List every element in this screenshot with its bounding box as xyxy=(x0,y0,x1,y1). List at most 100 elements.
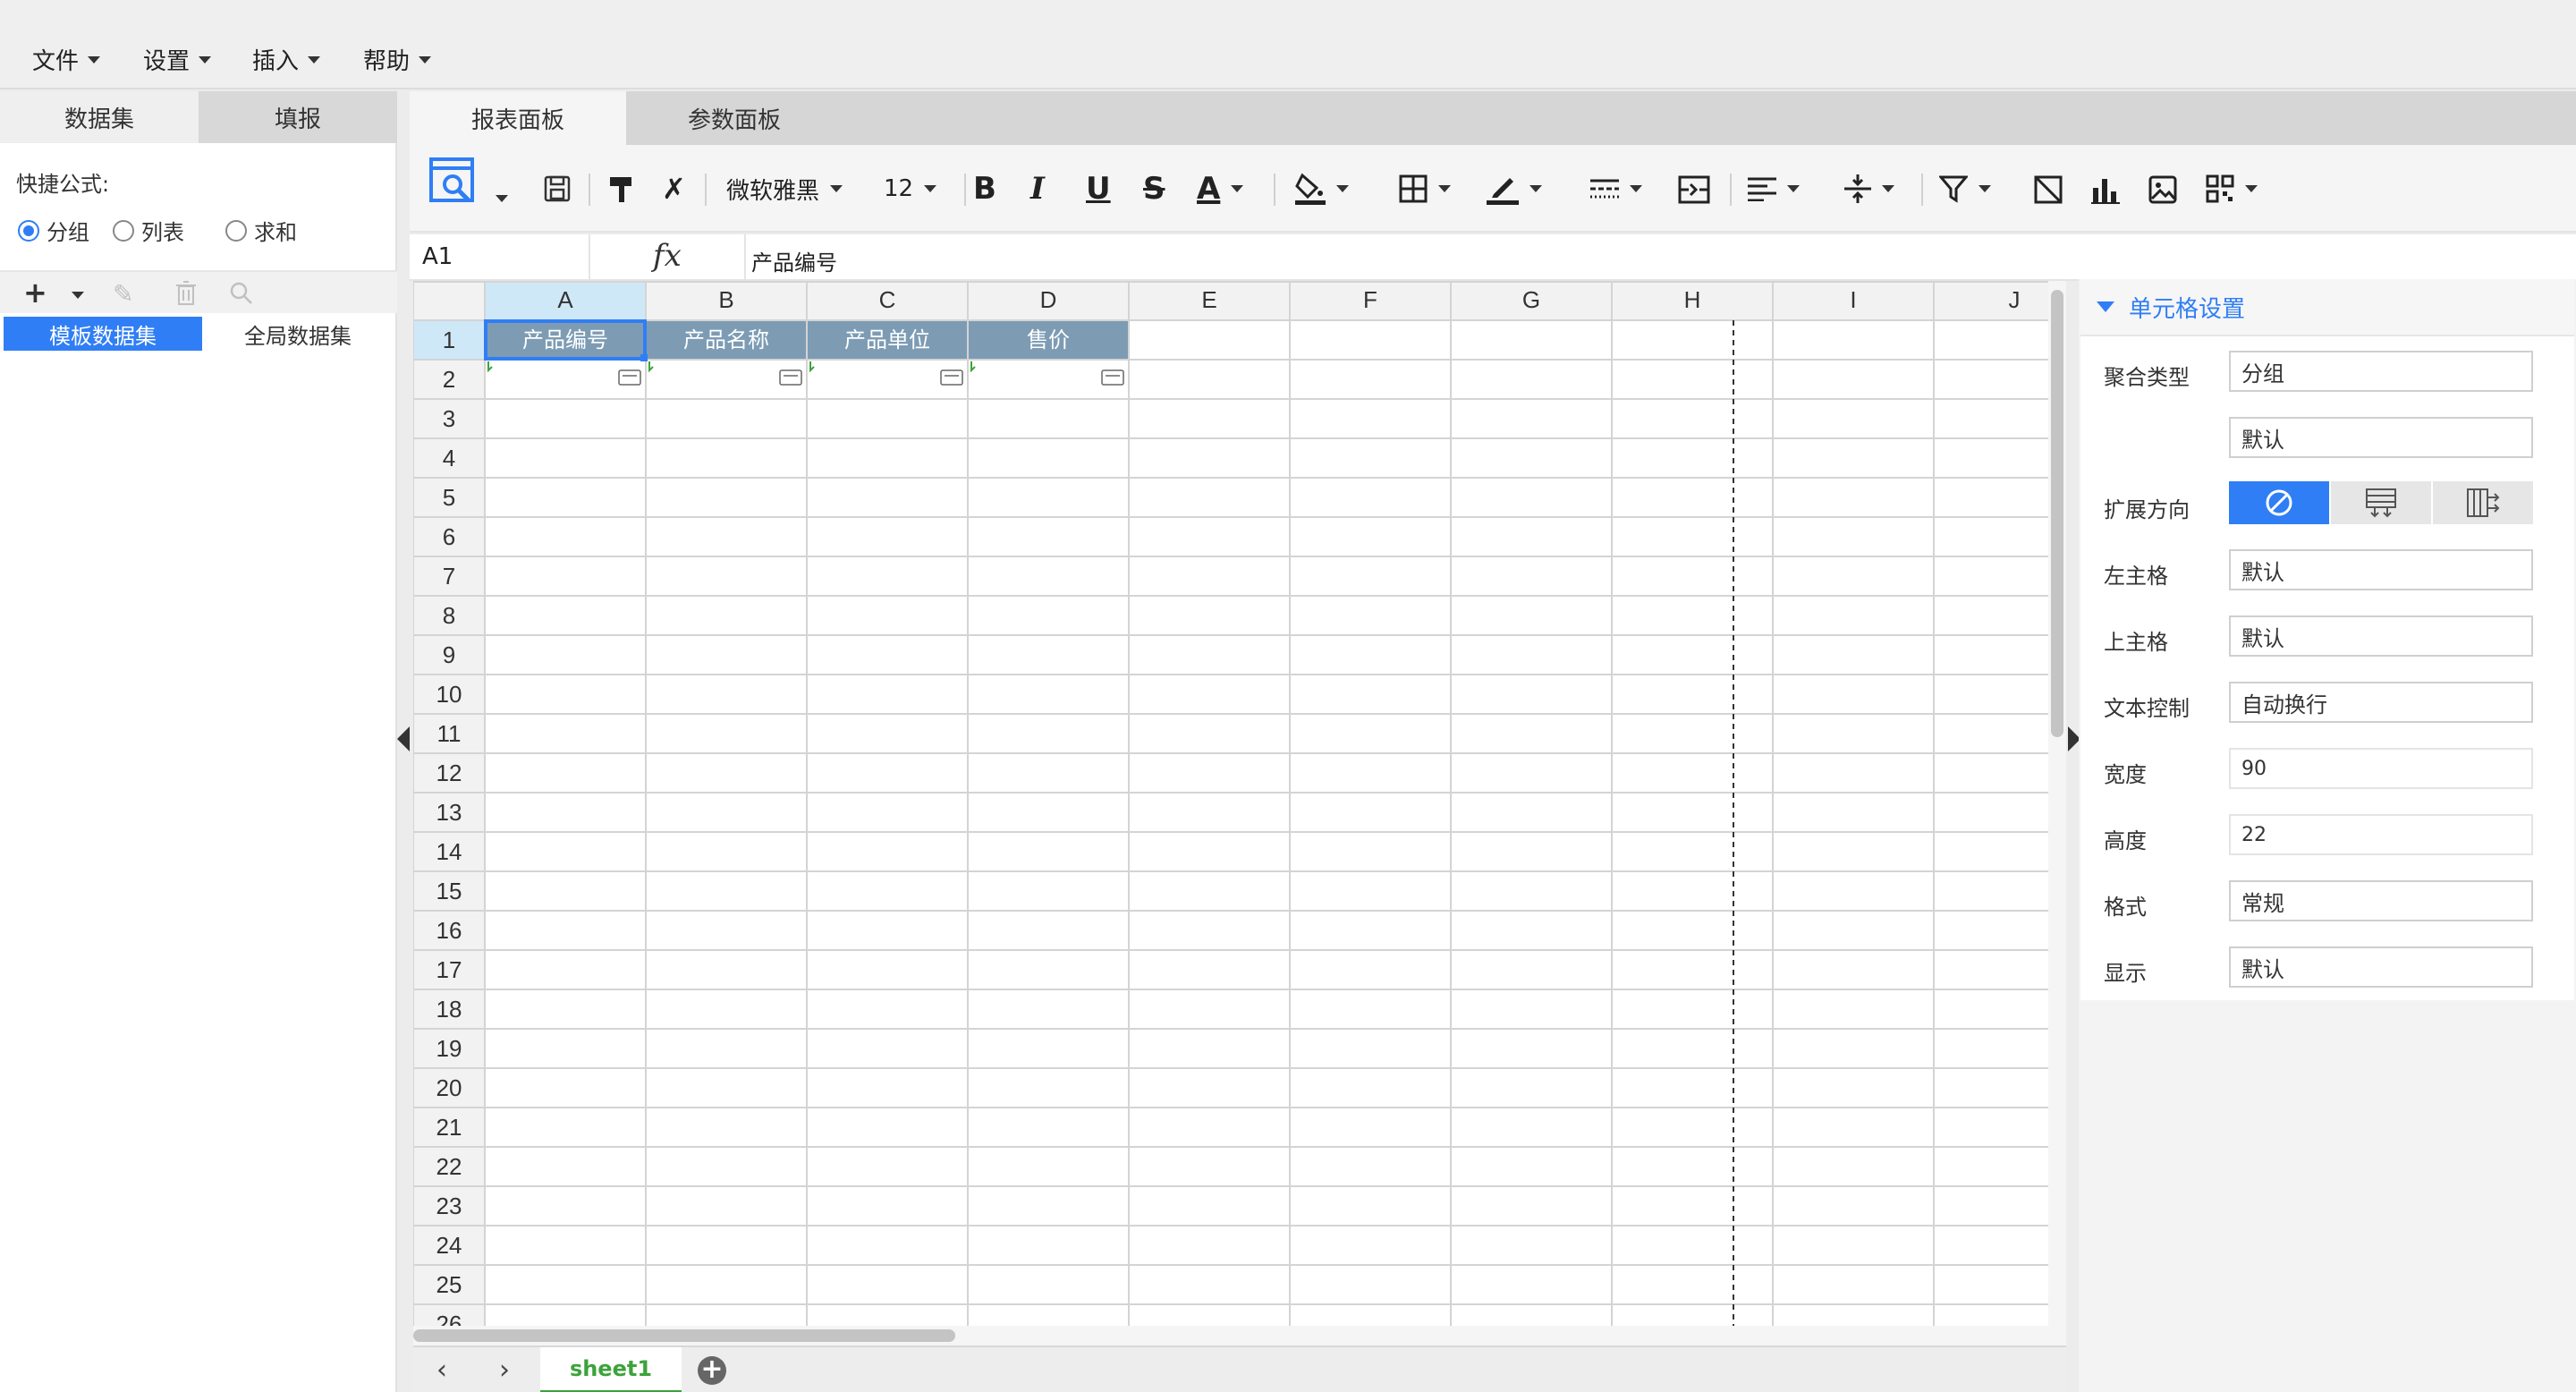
fill-color-button[interactable] xyxy=(1295,168,1349,209)
row-header[interactable]: 20 xyxy=(436,1074,462,1101)
clear-format-icon[interactable]: ✗ xyxy=(662,168,686,209)
height-input[interactable]: 22 xyxy=(2229,814,2533,855)
horizontal-scrollbar-track[interactable] xyxy=(413,1326,2066,1345)
vertical-align-button[interactable] xyxy=(1844,168,1894,209)
row-header[interactable]: 24 xyxy=(436,1232,462,1259)
data-column-icon[interactable] xyxy=(779,369,802,386)
tab-global-dataset[interactable]: 全局数据集 xyxy=(199,317,397,351)
trash-icon[interactable] xyxy=(175,281,197,306)
column-header[interactable]: J xyxy=(2009,286,2021,313)
edit-icon[interactable]: ✎ xyxy=(113,279,133,309)
row-header[interactable]: 9 xyxy=(443,641,455,668)
formula-input[interactable]: 产品编号 xyxy=(751,245,837,276)
radio-icon[interactable] xyxy=(113,219,134,242)
display-select[interactable]: 默认 xyxy=(2229,946,2533,988)
row-header[interactable]: 22 xyxy=(436,1153,462,1180)
header-cell-text[interactable]: 售价 xyxy=(1027,327,1070,352)
data-column-icon[interactable] xyxy=(1101,369,1124,386)
row-header[interactable]: 12 xyxy=(436,760,462,786)
chart-icon[interactable] xyxy=(2091,175,2120,204)
menu-file[interactable]: 文件 xyxy=(32,43,101,76)
row-header[interactable]: 17 xyxy=(436,956,462,983)
radio-list-option[interactable]: 列表 xyxy=(113,215,184,246)
row-header[interactable]: 15 xyxy=(436,878,462,904)
horizontal-scrollbar-thumb[interactable] xyxy=(413,1329,955,1342)
menu-insert[interactable]: 插入 xyxy=(252,43,321,76)
row-header[interactable]: 11 xyxy=(437,720,462,747)
radio-icon[interactable] xyxy=(225,219,247,242)
tab-template-dataset[interactable]: 模板数据集 xyxy=(4,317,202,351)
collapse-left-icon[interactable] xyxy=(397,726,410,751)
fill-handle[interactable] xyxy=(640,354,648,361)
cell-reference[interactable]: A1 xyxy=(422,243,453,270)
row-header[interactable]: 8 xyxy=(443,602,455,629)
radio-checked-icon[interactable] xyxy=(18,219,39,242)
column-header[interactable]: H xyxy=(1684,286,1701,313)
fx-icon[interactable]: fx xyxy=(653,238,682,274)
plus-icon[interactable]: + xyxy=(23,276,47,310)
chevron-left-icon[interactable]: ‹ xyxy=(436,1354,447,1386)
row-header[interactable]: 4 xyxy=(443,445,455,471)
cell-settings-header[interactable]: 单元格设置 xyxy=(2080,279,2574,336)
menu-settings[interactable]: 设置 xyxy=(143,43,212,76)
row-header[interactable]: 3 xyxy=(443,405,455,432)
column-header[interactable]: I xyxy=(1850,286,1856,313)
sheet-tab[interactable]: sheet1 xyxy=(540,1347,682,1392)
tab-report-panel[interactable]: 报表面板 xyxy=(410,91,626,145)
column-header[interactable]: G xyxy=(1522,286,1540,313)
italic-button[interactable]: I xyxy=(1030,168,1045,209)
row-header[interactable]: 19 xyxy=(436,1035,462,1062)
aggregate-sub-select[interactable]: 默认 xyxy=(2229,417,2533,458)
merge-cells-icon[interactable] xyxy=(1678,175,1710,204)
tab-dataset[interactable]: 数据集 xyxy=(0,91,199,143)
header-cell-text[interactable]: 产品编号 xyxy=(522,327,608,352)
preview-icon[interactable] xyxy=(429,157,479,208)
bold-button[interactable]: B xyxy=(973,168,996,209)
format-select[interactable]: 常规 xyxy=(2229,880,2533,921)
column-header[interactable]: C xyxy=(879,286,896,313)
row-header[interactable]: 7 xyxy=(443,563,455,590)
preview-dropdown-icon[interactable] xyxy=(496,195,508,202)
text-control-select[interactable]: 自动换行 xyxy=(2229,682,2533,723)
tab-param-panel[interactable]: 参数面板 xyxy=(626,91,843,145)
vertical-scrollbar-thumb[interactable] xyxy=(2051,290,2063,737)
row-header[interactable]: 21 xyxy=(436,1114,462,1141)
row-header[interactable]: 1 xyxy=(443,327,455,353)
save-icon[interactable] xyxy=(544,175,571,202)
data-column-icon[interactable] xyxy=(618,369,641,386)
aggregate-type-select[interactable]: 分组 xyxy=(2229,351,2533,392)
font-size-select[interactable]: 12 xyxy=(884,168,937,209)
row-header[interactable]: 14 xyxy=(436,838,462,865)
strikethrough-button[interactable]: S xyxy=(1143,168,1165,209)
grid-canvas[interactable]: A B C D E F G H I J123456789101112131415161718192… xyxy=(413,281,2048,1326)
horizontal-align-button[interactable] xyxy=(1748,168,1800,209)
row-header[interactable]: 26 xyxy=(436,1311,462,1326)
expand-horizontal-button[interactable] xyxy=(2433,481,2533,524)
row-header[interactable]: 2 xyxy=(443,366,455,393)
row-header[interactable]: 16 xyxy=(436,917,462,944)
chevron-right-icon[interactable]: › xyxy=(499,1354,510,1386)
format-painter-icon[interactable] xyxy=(608,175,635,204)
font-color-button[interactable]: A xyxy=(1197,168,1244,209)
left-parent-select[interactable]: 默认 xyxy=(2229,549,2533,590)
diagonal-line-icon[interactable] xyxy=(2034,175,2063,204)
row-header[interactable]: 10 xyxy=(436,681,462,708)
no-expand-button[interactable] xyxy=(2229,481,2329,524)
underline-button[interactable]: U xyxy=(1086,168,1111,209)
data-column-icon[interactable] xyxy=(940,369,963,386)
border-button[interactable] xyxy=(1399,168,1451,209)
caret-down-icon[interactable] xyxy=(72,292,84,299)
row-header[interactable]: 25 xyxy=(436,1271,462,1298)
row-header[interactable]: 23 xyxy=(436,1193,462,1219)
column-header[interactable]: E xyxy=(1201,286,1216,313)
column-header[interactable]: F xyxy=(1363,286,1377,313)
menu-help[interactable]: 帮助 xyxy=(363,43,432,76)
add-sheet-icon[interactable]: + xyxy=(698,1356,726,1385)
radio-sum-option[interactable]: 求和 xyxy=(225,215,297,246)
border-color-button[interactable] xyxy=(1487,168,1542,209)
image-icon[interactable] xyxy=(2148,175,2177,204)
tab-fill[interactable]: 填报 xyxy=(199,91,397,143)
width-input[interactable]: 90 xyxy=(2229,748,2533,789)
top-parent-select[interactable]: 默认 xyxy=(2229,615,2533,657)
search-icon[interactable] xyxy=(229,281,254,306)
